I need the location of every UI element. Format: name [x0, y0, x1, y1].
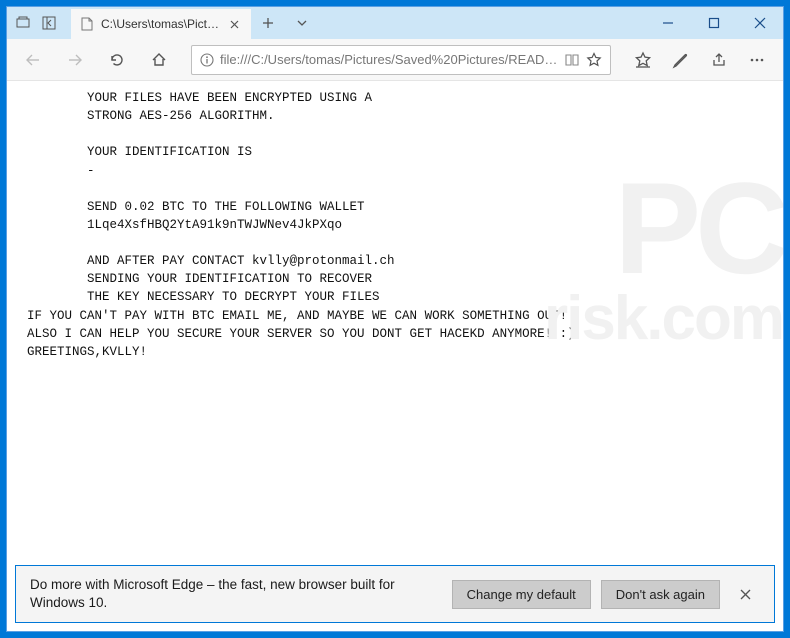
page-content: PC risk.com YOUR FILES HAVE BEEN ENCRYPT… — [7, 81, 783, 557]
share-icon[interactable] — [701, 42, 737, 78]
back-button[interactable] — [15, 42, 51, 78]
address-text: file:///C:/Users/tomas/Pictures/Saved%20… — [220, 52, 558, 67]
default-browser-prompt: Do more with Microsoft Edge – the fast, … — [15, 565, 775, 623]
change-default-button[interactable]: Change my default — [452, 580, 591, 609]
address-bar[interactable]: file:///C:/Users/tomas/Pictures/Saved%20… — [191, 45, 611, 75]
home-button[interactable] — [141, 42, 177, 78]
tab-close-icon[interactable] — [228, 17, 241, 31]
tab-active[interactable]: C:\Users\tomas\Pictures — [71, 9, 251, 39]
window-close-button[interactable] — [737, 7, 783, 39]
favorite-star-icon[interactable] — [586, 52, 602, 68]
set-aside-tabs-icon[interactable] — [41, 15, 57, 31]
refresh-button[interactable] — [99, 42, 135, 78]
new-tab-button[interactable] — [251, 7, 285, 39]
forward-button[interactable] — [57, 42, 93, 78]
prompt-message: Do more with Microsoft Edge – the fast, … — [30, 576, 442, 611]
window-maximize-button[interactable] — [691, 7, 737, 39]
titlebar: C:\Users\tomas\Pictures — [7, 7, 783, 39]
tab-preview-icon[interactable] — [15, 15, 31, 31]
reading-view-icon[interactable] — [564, 53, 580, 67]
tab-dropdown-icon[interactable] — [285, 7, 319, 39]
window-minimize-button[interactable] — [645, 7, 691, 39]
dont-ask-button[interactable]: Don't ask again — [601, 580, 720, 609]
tab-title: C:\Users\tomas\Pictures — [101, 17, 220, 31]
favorites-hub-icon[interactable] — [625, 42, 661, 78]
more-icon[interactable] — [739, 42, 775, 78]
tab-file-icon — [81, 17, 93, 31]
info-icon — [200, 53, 214, 67]
notes-icon[interactable] — [663, 42, 699, 78]
toolbar: file:///C:/Users/tomas/Pictures/Saved%20… — [7, 39, 783, 81]
ransom-note-text: YOUR FILES HAVE BEEN ENCRYPTED USING A S… — [7, 81, 783, 361]
browser-window: C:\Users\tomas\Pictures — [6, 6, 784, 632]
prompt-close-icon[interactable] — [730, 579, 760, 609]
